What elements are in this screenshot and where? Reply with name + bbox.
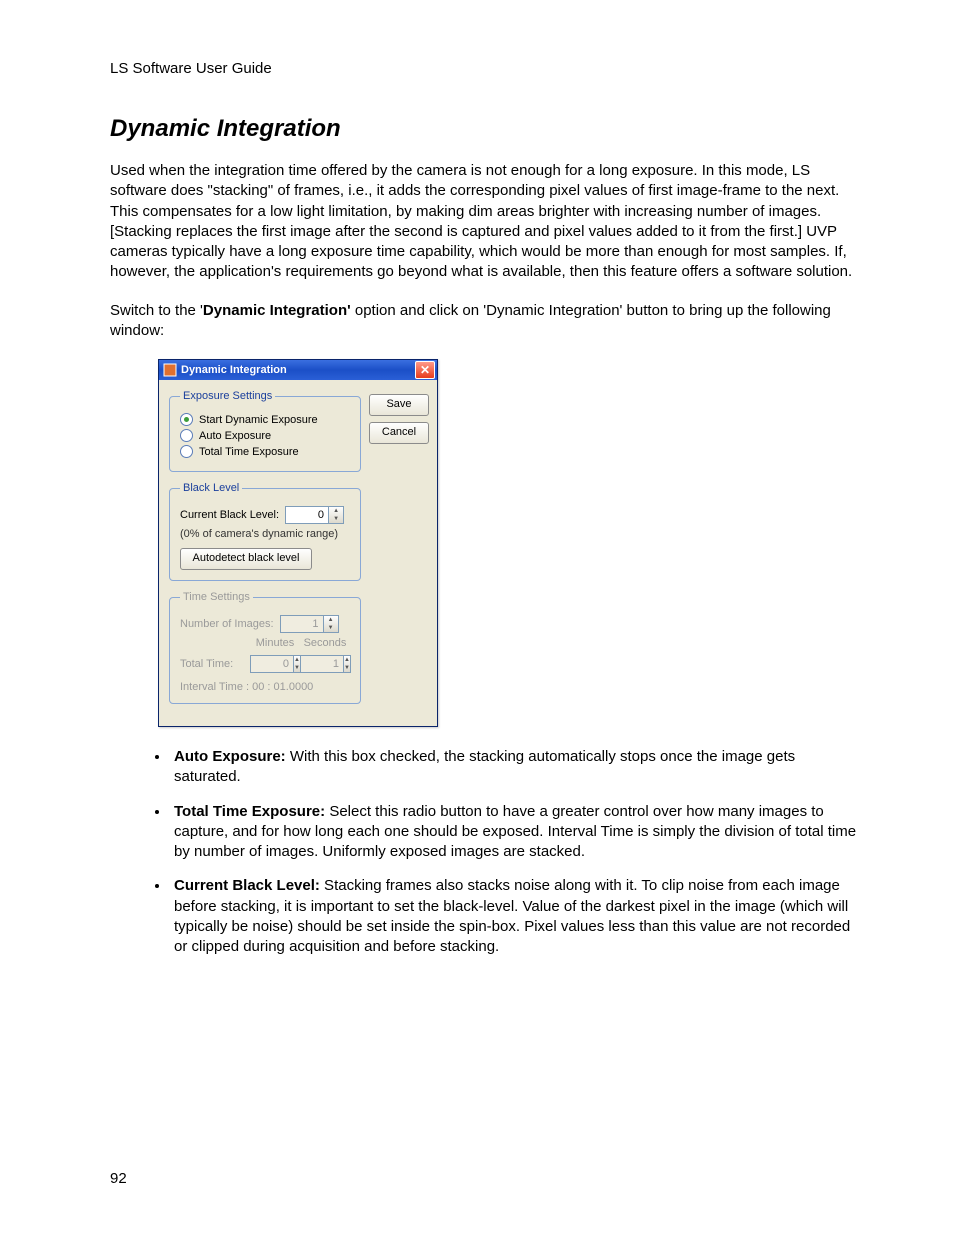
time-settings-group: Time Settings Number of Images: ▲▼ Minut… xyxy=(169,591,361,704)
radio-icon xyxy=(180,429,193,442)
chevron-up-icon: ▲ xyxy=(329,507,343,515)
seconds-stepper: ▲▼ xyxy=(300,655,350,673)
minutes-stepper: ▲▼ xyxy=(250,655,300,673)
seconds-header: Seconds xyxy=(300,637,350,649)
radio-auto-label: Auto Exposure xyxy=(199,430,271,442)
radio-auto-exposure[interactable]: Auto Exposure xyxy=(180,429,352,442)
definitions-list: Auto Exposure: With this box checked, th… xyxy=(110,747,864,957)
page-header: LS Software User Guide xyxy=(110,60,864,77)
dialog-titlebar[interactable]: Dynamic Integration ✕ xyxy=(159,360,437,380)
app-icon xyxy=(163,363,177,377)
exposure-settings-group: Exposure Settings Start Dynamic Exposure… xyxy=(169,390,361,472)
black-level-group: Black Level Current Black Level: ▲▼ (0% … xyxy=(169,482,361,581)
num-images-stepper: ▲▼ xyxy=(280,615,339,633)
section-title: Dynamic Integration xyxy=(110,115,864,143)
radio-total-time[interactable]: Total Time Exposure xyxy=(180,445,352,458)
chevron-down-icon: ▼ xyxy=(344,664,350,672)
radio-total-label: Total Time Exposure xyxy=(199,446,299,458)
black-level-input[interactable] xyxy=(285,506,328,524)
current-black-label: Current Black Level: xyxy=(180,509,279,521)
bullet-term: Auto Exposure: xyxy=(174,748,286,765)
chevron-up-icon: ▲ xyxy=(324,616,338,624)
interval-time-label: Interval Time : 00 : 01.0000 xyxy=(180,681,352,693)
black-level-stepper[interactable]: ▲▼ xyxy=(285,506,344,524)
radio-start-label: Start Dynamic Exposure xyxy=(199,414,318,426)
radio-start-dynamic[interactable]: Start Dynamic Exposure xyxy=(180,413,352,426)
radio-icon xyxy=(180,413,193,426)
dynamic-integration-dialog: Dynamic Integration ✕ Exposure Settings … xyxy=(158,359,438,727)
chevron-up-icon: ▲ xyxy=(344,656,350,664)
stepper-buttons: ▲▼ xyxy=(323,615,339,633)
list-item: Total Time Exposure: Select this radio b… xyxy=(170,802,864,863)
num-images-label: Number of Images: xyxy=(180,618,274,630)
chevron-down-icon: ▼ xyxy=(324,624,338,632)
total-time-label: Total Time: xyxy=(180,658,250,670)
black-legend: Black Level xyxy=(180,482,242,494)
autodetect-button[interactable]: Autodetect black level xyxy=(180,548,312,570)
intro-paragraph-1: Used when the integration time offered b… xyxy=(110,161,864,283)
page-number: 92 xyxy=(110,1170,127,1187)
num-images-input xyxy=(280,615,323,633)
exposure-legend: Exposure Settings xyxy=(180,390,275,402)
para2-pre: Switch to the ' xyxy=(110,302,203,319)
intro-paragraph-2: Switch to the 'Dynamic Integration' opti… xyxy=(110,301,864,342)
chevron-down-icon: ▼ xyxy=(329,515,343,523)
bullet-term: Total Time Exposure: xyxy=(174,803,325,820)
seconds-input xyxy=(300,655,343,673)
cancel-button[interactable]: Cancel xyxy=(369,422,429,444)
stepper-buttons: ▲▼ xyxy=(343,655,351,673)
minutes-header: Minutes xyxy=(250,637,300,649)
close-icon: ✕ xyxy=(420,364,430,376)
time-legend: Time Settings xyxy=(180,591,253,603)
para2-bold: Dynamic Integration' xyxy=(203,302,351,319)
radio-icon xyxy=(180,445,193,458)
stepper-buttons[interactable]: ▲▼ xyxy=(328,506,344,524)
minutes-input xyxy=(250,655,293,673)
close-button[interactable]: ✕ xyxy=(415,361,435,379)
list-item: Auto Exposure: With this box checked, th… xyxy=(170,747,864,788)
list-item: Current Black Level: Stacking frames als… xyxy=(170,876,864,957)
black-level-hint: (0% of camera's dynamic range) xyxy=(180,528,352,540)
save-button[interactable]: Save xyxy=(369,394,429,416)
dialog-title: Dynamic Integration xyxy=(181,364,415,376)
bullet-term: Current Black Level: xyxy=(174,877,320,894)
